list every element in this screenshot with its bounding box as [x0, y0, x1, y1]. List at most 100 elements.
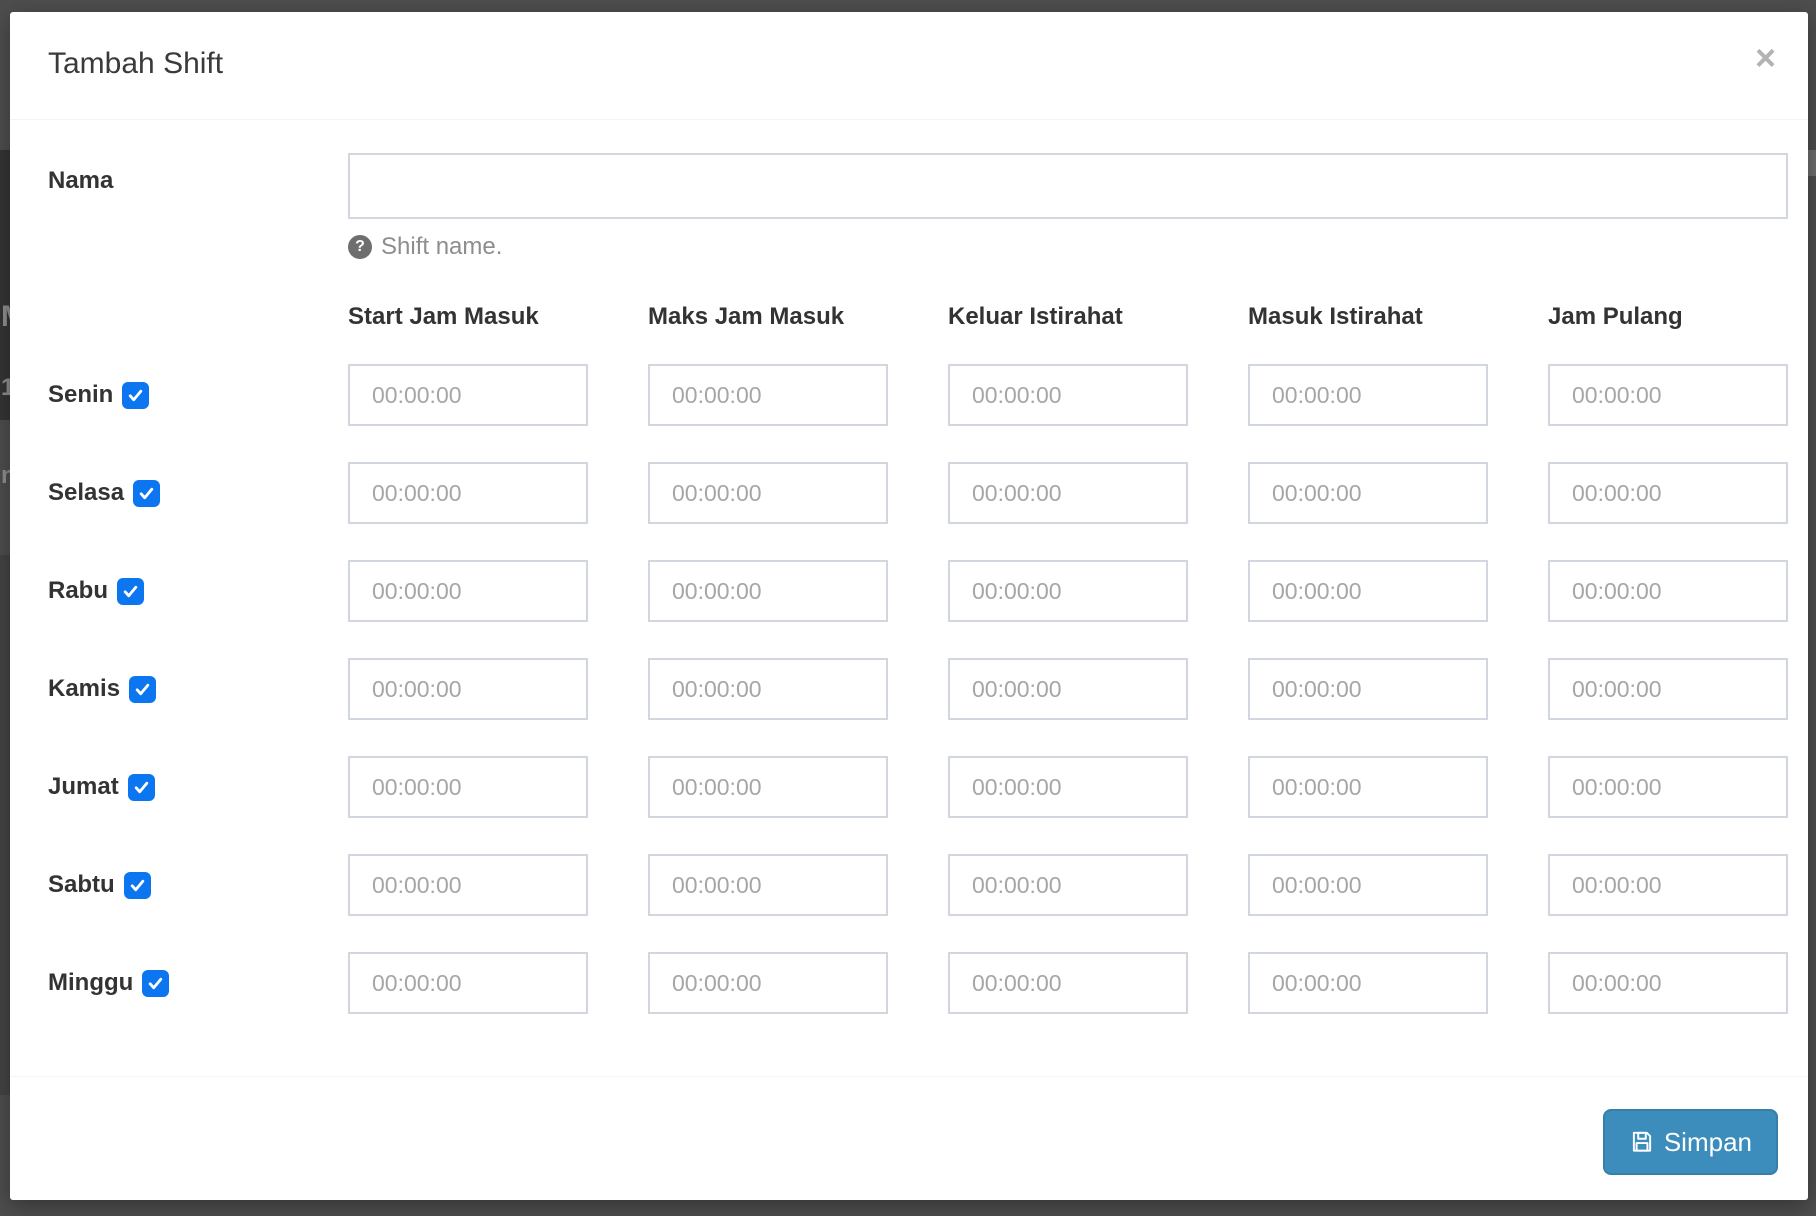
backdrop-fragment [0, 555, 10, 1095]
day-checkbox[interactable] [124, 872, 151, 899]
day-row: Senin [48, 364, 1788, 426]
time-input[interactable] [1248, 462, 1488, 524]
time-input[interactable] [948, 462, 1188, 524]
time-input[interactable] [348, 952, 588, 1014]
backdrop-fragment: M [1, 300, 10, 334]
time-input[interactable] [348, 756, 588, 818]
check-icon [147, 975, 164, 992]
name-label-column: Nama [48, 153, 348, 261]
day-rows: Senin Selasa [48, 364, 1788, 1014]
time-input[interactable] [648, 462, 888, 524]
time-input[interactable] [1248, 364, 1488, 426]
day-checkbox[interactable] [129, 676, 156, 703]
time-input[interactable] [948, 364, 1188, 426]
day-cell: Selasa [48, 462, 348, 524]
day-checkbox[interactable] [142, 970, 169, 997]
time-input[interactable] [648, 952, 888, 1014]
day-row: Rabu [48, 560, 1788, 622]
time-input[interactable] [948, 560, 1188, 622]
check-icon [122, 583, 139, 600]
day-label: Rabu [48, 577, 108, 605]
name-form-group: Nama ? Shift name. [48, 153, 1788, 261]
help-text: Shift name. [381, 233, 502, 261]
backdrop-fragment [1808, 150, 1816, 176]
check-icon [133, 779, 150, 796]
time-input[interactable] [348, 658, 588, 720]
screen: M 1 n Tambah Shift × Nama ? Shift name. [0, 0, 1816, 1216]
time-input[interactable] [348, 364, 588, 426]
time-input[interactable] [348, 560, 588, 622]
day-cell: Minggu [48, 952, 348, 1014]
day-cell: Kamis [48, 658, 348, 720]
time-input[interactable] [648, 756, 888, 818]
time-input[interactable] [1248, 854, 1488, 916]
time-input[interactable] [1548, 560, 1788, 622]
column-header-masuk-istirahat: Masuk Istirahat [1248, 301, 1548, 333]
time-input[interactable] [948, 658, 1188, 720]
backdrop-fragment: 1 [1, 374, 10, 402]
day-label: Kamis [48, 675, 120, 703]
day-row: Sabtu [48, 854, 1788, 916]
check-icon [138, 485, 155, 502]
time-input[interactable] [1548, 462, 1788, 524]
time-input[interactable] [1248, 952, 1488, 1014]
question-circle-icon: ? [348, 235, 372, 259]
day-label: Minggu [48, 969, 133, 997]
column-header-row: Start Jam Masuk Maks Jam Masuk Keluar Is… [48, 301, 1788, 333]
day-column-spacer [48, 301, 348, 333]
tambah-shift-modal: Tambah Shift × Nama ? Shift name. Start [10, 12, 1808, 1200]
check-icon [134, 681, 151, 698]
floppy-disk-icon [1629, 1129, 1655, 1155]
time-input[interactable] [1248, 560, 1488, 622]
time-input[interactable] [948, 952, 1188, 1014]
day-row: Minggu [48, 952, 1788, 1014]
modal-header: Tambah Shift × [10, 12, 1808, 120]
simpan-button-label: Simpan [1664, 1127, 1752, 1158]
day-label: Sabtu [48, 871, 115, 899]
time-input[interactable] [1248, 658, 1488, 720]
day-row: Jumat [48, 756, 1788, 818]
time-input[interactable] [1548, 952, 1788, 1014]
backdrop-left-strip: M 1 n [0, 0, 10, 1216]
column-header-start-jam-masuk: Start Jam Masuk [348, 301, 648, 333]
backdrop-fragment: n [1, 462, 10, 490]
day-cell: Rabu [48, 560, 348, 622]
day-row: Selasa [48, 462, 1788, 524]
modal-footer: Simpan [10, 1076, 1808, 1201]
day-label: Jumat [48, 773, 119, 801]
day-checkbox[interactable] [117, 578, 144, 605]
time-input[interactable] [948, 854, 1188, 916]
time-input[interactable] [648, 364, 888, 426]
modal-title: Tambah Shift [48, 42, 1770, 86]
day-checkbox[interactable] [128, 774, 155, 801]
day-label: Senin [48, 381, 113, 409]
day-row: Kamis [48, 658, 1788, 720]
day-checkbox[interactable] [133, 480, 160, 507]
time-input[interactable] [348, 462, 588, 524]
day-cell: Senin [48, 364, 348, 426]
modal-body: Nama ? Shift name. Start Jam Masuk Maks … [10, 120, 1808, 1076]
time-input[interactable] [1548, 658, 1788, 720]
time-input[interactable] [1548, 364, 1788, 426]
shift-name-input[interactable] [348, 153, 1788, 219]
close-button[interactable]: × [1755, 40, 1776, 76]
day-cell: Jumat [48, 756, 348, 818]
time-input[interactable] [1248, 756, 1488, 818]
check-icon [127, 387, 144, 404]
day-cell: Sabtu [48, 854, 348, 916]
time-input[interactable] [648, 854, 888, 916]
column-header-maks-jam-masuk: Maks Jam Masuk [648, 301, 948, 333]
time-input[interactable] [948, 756, 1188, 818]
time-input[interactable] [348, 854, 588, 916]
day-label: Selasa [48, 479, 124, 507]
name-field-column: ? Shift name. [348, 153, 1788, 261]
nama-label: Nama [48, 153, 113, 195]
simpan-button[interactable]: Simpan [1603, 1109, 1778, 1175]
day-checkbox[interactable] [122, 382, 149, 409]
column-header-jam-pulang: Jam Pulang [1548, 301, 1788, 333]
time-input[interactable] [648, 560, 888, 622]
time-input[interactable] [1548, 854, 1788, 916]
time-input[interactable] [1548, 756, 1788, 818]
time-input[interactable] [648, 658, 888, 720]
column-header-keluar-istirahat: Keluar Istirahat [948, 301, 1248, 333]
